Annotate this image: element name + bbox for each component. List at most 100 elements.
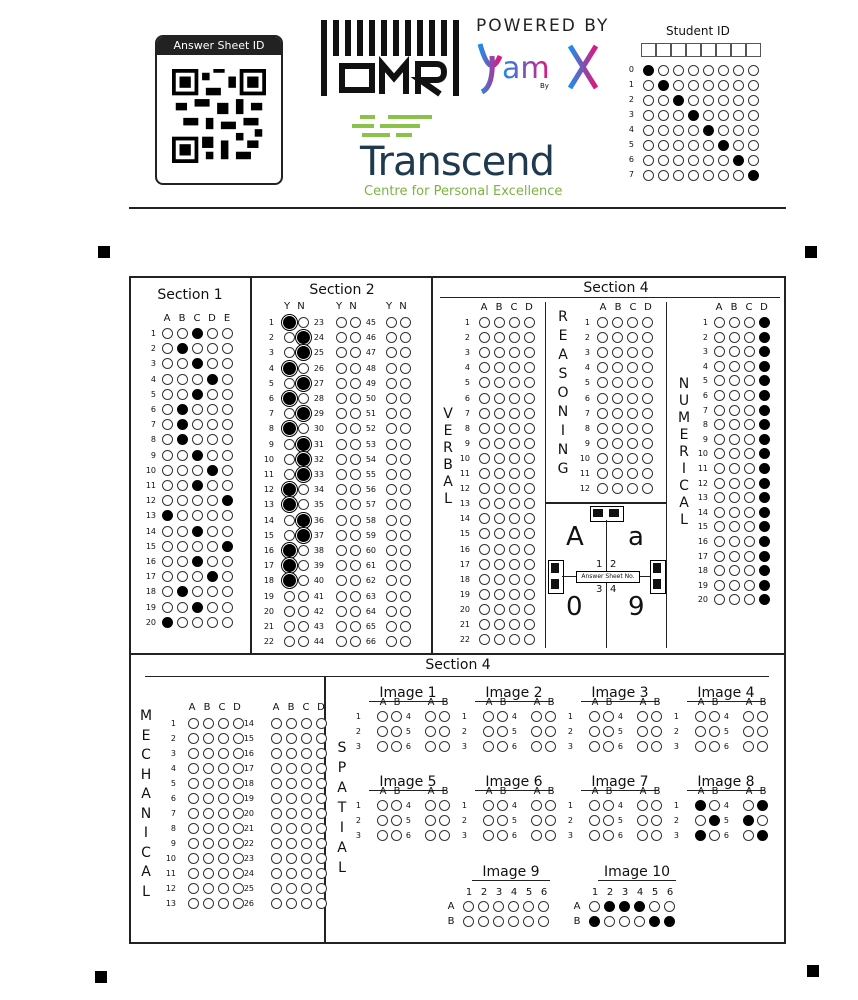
answer-bubble[interactable] (695, 830, 706, 841)
answer-bubble[interactable] (483, 800, 494, 811)
answer-bubble[interactable] (284, 545, 295, 556)
student-id-bubble[interactable] (688, 80, 699, 91)
answer-bubble[interactable] (177, 540, 188, 552)
answer-bubble[interactable] (400, 453, 411, 465)
answer-bubble[interactable] (177, 616, 188, 628)
answer-bubble[interactable] (425, 815, 436, 826)
answer-bubble[interactable] (284, 514, 295, 526)
answer-bubble[interactable] (439, 830, 450, 841)
answer-bubble[interactable] (336, 377, 347, 389)
answer-bubble[interactable] (494, 573, 505, 585)
student-id-bubble[interactable] (718, 170, 729, 181)
answer-bubble[interactable] (298, 453, 309, 465)
answer-bubble[interactable] (589, 741, 600, 752)
answer-bubble[interactable] (218, 853, 229, 864)
answer-bubble[interactable] (757, 815, 768, 826)
student-id-bubble[interactable] (733, 140, 744, 151)
answer-bubble[interactable] (177, 373, 188, 385)
answer-bubble[interactable] (218, 838, 229, 849)
answer-bubble[interactable] (729, 331, 740, 343)
answer-bubble[interactable] (350, 621, 361, 632)
answer-bubble[interactable] (479, 588, 490, 600)
answer-bubble[interactable] (483, 830, 494, 841)
answer-bubble[interactable] (757, 800, 768, 811)
answer-bubble[interactable] (218, 823, 229, 834)
answer-bubble[interactable] (301, 733, 312, 744)
answer-bubble[interactable] (207, 388, 218, 400)
answer-bubble[interactable] (479, 437, 490, 449)
student-id-bubble[interactable] (643, 170, 654, 181)
answer-bubble[interactable] (192, 404, 203, 415)
student-id-bubble[interactable] (748, 95, 759, 106)
answer-bubble[interactable] (627, 422, 638, 434)
student-id-bubble[interactable] (673, 140, 684, 151)
answer-bubble[interactable] (316, 853, 327, 864)
answer-bubble[interactable] (218, 733, 229, 744)
answer-bubble[interactable] (744, 550, 755, 562)
answer-bubble[interactable] (316, 793, 327, 804)
answer-bubble[interactable] (603, 726, 614, 737)
answer-bubble[interactable] (509, 407, 520, 419)
answer-bubble[interactable] (400, 621, 411, 632)
answer-bubble[interactable] (612, 468, 623, 479)
answer-bubble[interactable] (350, 377, 361, 389)
answer-bubble[interactable] (531, 830, 542, 841)
answer-bubble[interactable] (286, 808, 297, 819)
answer-bubble[interactable] (377, 726, 388, 737)
answer-bubble[interactable] (203, 898, 214, 909)
answer-bubble[interactable] (286, 793, 297, 804)
student-id-bubble[interactable] (688, 125, 699, 136)
answer-bubble[interactable] (192, 556, 203, 567)
answer-bubble[interactable] (538, 901, 549, 912)
answer-bubble[interactable] (162, 616, 173, 628)
answer-bubble[interactable] (177, 464, 188, 476)
answer-bubble[interactable] (509, 317, 520, 328)
answer-bubble[interactable] (627, 452, 638, 464)
answer-bubble[interactable] (651, 830, 662, 841)
answer-bubble[interactable] (759, 404, 770, 416)
answer-bubble[interactable] (284, 605, 295, 617)
answer-bubble[interactable] (391, 800, 402, 811)
answer-bubble[interactable] (664, 916, 675, 927)
answer-bubble[interactable] (425, 830, 436, 841)
answer-bubble[interactable] (508, 916, 519, 927)
answer-bubble[interactable] (222, 525, 233, 537)
student-id-bubble[interactable] (748, 140, 759, 151)
answer-bubble[interactable] (759, 550, 770, 562)
answer-bubble[interactable] (391, 815, 402, 826)
answer-bubble[interactable] (744, 404, 755, 416)
answer-bubble[interactable] (545, 800, 556, 811)
answer-bubble[interactable] (714, 433, 725, 445)
answer-bubble[interactable] (284, 469, 295, 480)
answer-bubble[interactable] (192, 464, 203, 476)
answer-bubble[interactable] (386, 393, 397, 404)
answer-bubble[interactable] (377, 800, 388, 811)
student-id-bubble[interactable] (703, 65, 714, 76)
answer-bubble[interactable] (709, 726, 720, 737)
answer-bubble[interactable] (497, 800, 508, 811)
answer-bubble[interactable] (483, 741, 494, 752)
student-id-bubble[interactable] (718, 155, 729, 166)
answer-bubble[interactable] (642, 452, 653, 464)
answer-bubble[interactable] (222, 328, 233, 339)
answer-bubble[interactable] (271, 748, 282, 759)
answer-bubble[interactable] (316, 868, 327, 879)
answer-bubble[interactable] (524, 407, 535, 419)
student-id-digit-box[interactable] (641, 43, 656, 57)
answer-bubble[interactable] (350, 545, 361, 556)
answer-bubble[interactable] (400, 362, 411, 374)
answer-bubble[interactable] (524, 558, 535, 570)
answer-bubble[interactable] (350, 514, 361, 526)
answer-bubble[interactable] (509, 437, 520, 449)
answer-bubble[interactable] (192, 480, 203, 491)
answer-bubble[interactable] (203, 823, 214, 834)
student-id-bubble[interactable] (643, 140, 654, 151)
student-id-bubble[interactable] (748, 155, 759, 166)
answer-bubble[interactable] (316, 883, 327, 894)
answer-bubble[interactable] (509, 543, 520, 555)
answer-bubble[interactable] (386, 590, 397, 602)
answer-bubble[interactable] (494, 468, 505, 479)
answer-bubble[interactable] (479, 558, 490, 570)
answer-bubble[interactable] (627, 468, 638, 479)
answer-bubble[interactable] (509, 619, 520, 630)
